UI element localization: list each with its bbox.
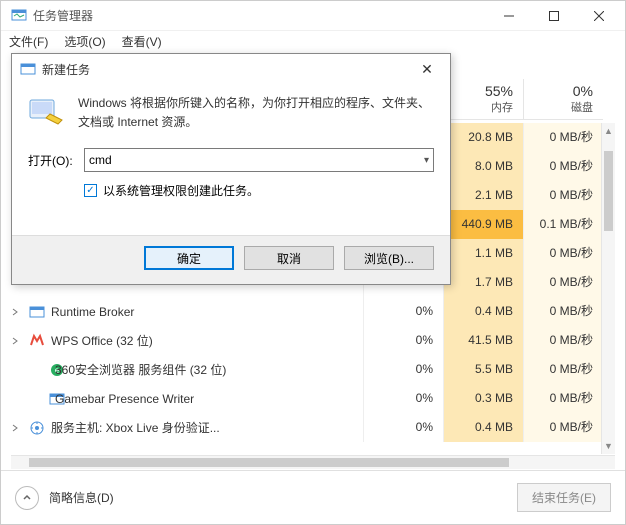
process-icon <box>29 333 45 349</box>
window-title: 任务管理器 <box>33 7 486 24</box>
scroll-up-arrow[interactable]: ▲ <box>602 123 615 139</box>
expand-icon[interactable] <box>11 424 29 432</box>
process-icon <box>29 304 45 320</box>
memory-cell: 0.3 MB <box>443 384 523 413</box>
cpu-cell: 0% <box>363 297 443 326</box>
cpu-cell: 0% <box>363 355 443 384</box>
dropdown-arrow-icon[interactable]: ▾ <box>424 155 429 166</box>
memory-cell: 20.8 MB <box>443 123 523 152</box>
column-headers: 55% 内存 0% 磁盘 <box>443 79 603 120</box>
expand-icon[interactable] <box>11 308 29 316</box>
hscroll-thumb[interactable] <box>29 458 509 467</box>
new-task-dialog: 新建任务 ✕ Windows 将根据你所键入的名称，为你打开相应的程序、文件夹、… <box>11 53 451 285</box>
dialog-title: 新建任务 <box>42 61 412 78</box>
memory-cell: 41.5 MB <box>443 326 523 355</box>
disk-cell: 0 MB/秒 <box>523 355 603 384</box>
process-name: 360安全浏览器 服务组件 (32 位) <box>55 361 363 378</box>
process-icon: e <box>29 362 49 378</box>
titlebar: 任务管理器 <box>1 1 625 31</box>
menubar: 文件(F) 选项(O) 查看(V) <box>1 31 625 53</box>
disk-cell: 0 MB/秒 <box>523 297 603 326</box>
disk-cell: 0 MB/秒 <box>523 239 603 268</box>
ok-button[interactable]: 确定 <box>144 246 234 270</box>
table-row[interactable]: WPS Office (32 位)0%41.5 MB0 MB/秒 <box>11 326 603 355</box>
footer: 简略信息(D) 结束任务(E) <box>1 470 625 524</box>
process-icon <box>29 420 45 436</box>
process-name: WPS Office (32 位) <box>51 332 363 349</box>
table-row[interactable]: e 360安全浏览器 服务组件 (32 位)0%5.5 MB0 MB/秒 <box>11 355 603 384</box>
table-row[interactable]: 服务主机: Xbox Live 身份验证...0%0.4 MB0 MB/秒 <box>11 413 603 442</box>
process-name: Gamebar Presence Writer <box>55 392 363 406</box>
process-icon <box>29 391 49 407</box>
maximize-button[interactable] <box>531 1 576 30</box>
cpu-cell: 0% <box>363 413 443 442</box>
cancel-button[interactable]: 取消 <box>244 246 334 270</box>
disk-cell: 0 MB/秒 <box>523 384 603 413</box>
memory-cell: 440.9 MB <box>443 210 523 239</box>
memory-cell: 8.0 MB <box>443 152 523 181</box>
horizontal-scrollbar[interactable] <box>11 455 615 469</box>
col-disk[interactable]: 0% 磁盘 <box>523 79 603 120</box>
open-input[interactable] <box>89 153 424 167</box>
disk-cell: 0 MB/秒 <box>523 181 603 210</box>
browse-button[interactable]: 浏览(B)... <box>344 246 434 270</box>
memory-cell: 2.1 MB <box>443 181 523 210</box>
menu-file[interactable]: 文件(F) <box>9 33 48 50</box>
dialog-close-button[interactable]: ✕ <box>412 61 442 78</box>
admin-checkbox-label: 以系统管理权限创建此任务。 <box>103 182 259 199</box>
table-row[interactable]: Gamebar Presence Writer0%0.3 MB0 MB/秒 <box>11 384 603 413</box>
process-name: 服务主机: Xbox Live 身份验证... <box>51 419 363 436</box>
memory-cell: 0.4 MB <box>443 297 523 326</box>
disk-cell: 0 MB/秒 <box>523 152 603 181</box>
disk-cell: 0 MB/秒 <box>523 123 603 152</box>
dialog-icon <box>20 61 36 77</box>
run-icon <box>28 94 64 130</box>
scroll-down-arrow[interactable]: ▼ <box>602 438 615 454</box>
disk-cell: 0.1 MB/秒 <box>523 210 603 239</box>
cpu-cell: 0% <box>363 326 443 355</box>
end-task-button[interactable]: 结束任务(E) <box>517 483 611 512</box>
menu-options[interactable]: 选项(O) <box>64 33 105 50</box>
col-memory[interactable]: 55% 内存 <box>443 79 523 120</box>
disk-cell: 0 MB/秒 <box>523 413 603 442</box>
minimize-button[interactable] <box>486 1 531 30</box>
close-button[interactable] <box>576 1 621 30</box>
disk-cell: 0 MB/秒 <box>523 268 603 297</box>
dialog-description: Windows 将根据你所键入的名称，为你打开相应的程序、文件夹、文档或 Int… <box>78 94 434 132</box>
disk-cell: 0 MB/秒 <box>523 326 603 355</box>
menu-view[interactable]: 查看(V) <box>122 33 162 50</box>
admin-checkbox[interactable]: ✓ <box>84 184 97 197</box>
memory-cell: 0.4 MB <box>443 413 523 442</box>
process-name: Runtime Broker <box>51 305 363 319</box>
cpu-cell: 0% <box>363 384 443 413</box>
brief-info-label[interactable]: 简略信息(D) <box>49 489 517 506</box>
vertical-scrollbar[interactable]: ▲ ▼ <box>601 123 615 454</box>
dialog-titlebar: 新建任务 ✕ <box>12 54 450 84</box>
open-combobox[interactable]: ▾ <box>84 148 434 172</box>
memory-cell: 1.1 MB <box>443 239 523 268</box>
open-label: 打开(O): <box>28 152 84 169</box>
expand-icon[interactable] <box>11 337 29 345</box>
scroll-thumb[interactable] <box>604 151 613 231</box>
app-icon <box>11 8 27 24</box>
memory-cell: 5.5 MB <box>443 355 523 384</box>
collapse-button[interactable] <box>15 486 39 510</box>
table-row[interactable]: Runtime Broker0%0.4 MB0 MB/秒 <box>11 297 603 326</box>
memory-cell: 1.7 MB <box>443 268 523 297</box>
